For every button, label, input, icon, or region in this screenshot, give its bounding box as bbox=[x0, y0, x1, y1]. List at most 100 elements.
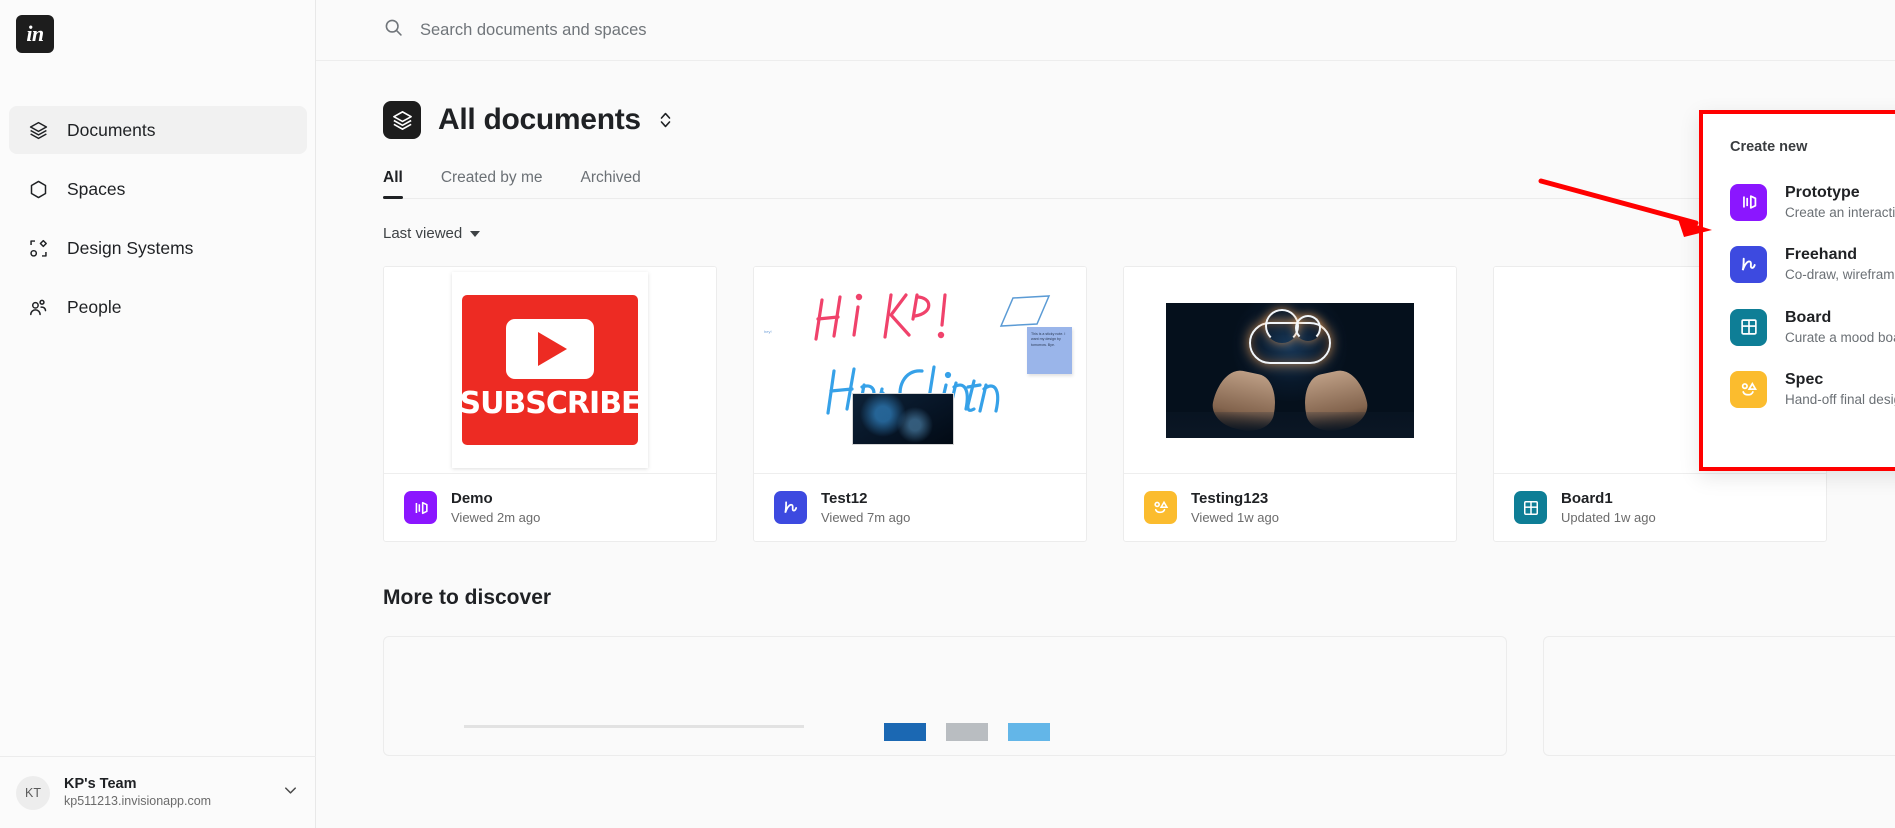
sidebar-item-label: Documents bbox=[67, 119, 156, 140]
create-option-desc: Hand-off final designs for development bbox=[1785, 392, 1895, 408]
document-tabs: All Created by me Archived bbox=[383, 169, 1895, 199]
team-domain: kp511213.invisionapp.com bbox=[64, 794, 212, 809]
chevron-down-icon[interactable] bbox=[281, 781, 300, 805]
tab-created-by-me[interactable]: Created by me bbox=[441, 169, 543, 198]
layers-icon bbox=[383, 101, 421, 139]
sidebar: in Documents Spaces Design Systems Peopl… bbox=[0, 0, 316, 828]
create-new-list: Prototype Create an interactive web or m… bbox=[1703, 171, 1895, 421]
caret-down-icon bbox=[470, 230, 481, 237]
sidebar-nav: Documents Spaces Design Systems People bbox=[9, 106, 307, 342]
logo-text: in bbox=[26, 21, 44, 46]
create-option-name: Spec bbox=[1785, 371, 1824, 389]
document-card[interactable]: hey! This is a sticky note. I want my de… bbox=[753, 266, 1087, 542]
freehand-icon bbox=[1730, 246, 1767, 284]
create-option-text: Freehand Co-draw, wireframe, and present… bbox=[1785, 244, 1895, 284]
document-name: Board1 bbox=[1561, 489, 1613, 507]
document-meta: Viewed 7m ago bbox=[821, 509, 911, 525]
document-card-footer: Test12 Viewed 7m ago bbox=[754, 473, 1086, 541]
team-name: KP's Team bbox=[64, 775, 137, 792]
document-name: Testing123 bbox=[1191, 489, 1269, 507]
sidebar-item-label: Design Systems bbox=[67, 237, 194, 258]
team-avatar: KT bbox=[16, 775, 50, 810]
invision-logo[interactable]: in bbox=[16, 15, 54, 53]
document-card-text: Board1 Updated 1w ago bbox=[1561, 489, 1656, 527]
create-option-text: Prototype Create an interactive web or m… bbox=[1785, 182, 1895, 222]
prototype-icon bbox=[404, 491, 437, 524]
sort-dropdown[interactable]: Last viewed bbox=[383, 225, 1895, 242]
search-bar[interactable] bbox=[383, 17, 940, 43]
sort-label: Last viewed bbox=[383, 225, 463, 242]
freehand-icon bbox=[774, 491, 807, 524]
document-name: Test12 bbox=[821, 489, 868, 507]
document-meta: Updated 1w ago bbox=[1561, 509, 1656, 525]
create-new-title: Create new bbox=[1730, 139, 1808, 155]
create-option-text: Board Curate a mood board, design story,… bbox=[1785, 307, 1895, 347]
top-bar: Upgrade Now KP bbox=[316, 0, 1895, 61]
more-to-discover-heading: More to discover bbox=[383, 586, 552, 609]
tab-all[interactable]: All bbox=[383, 169, 403, 199]
team-info: KP's Team kp511213.invisionapp.com bbox=[64, 775, 281, 811]
document-meta: Viewed 2m ago bbox=[451, 509, 541, 525]
cloud-hands-thumbnail bbox=[1124, 267, 1456, 473]
sticky-note: This is a sticky note. I want my design … bbox=[1027, 327, 1072, 374]
main-area: Upgrade Now KP All documents bbox=[316, 0, 1895, 828]
create-option-desc: Curate a mood board, design story, or co… bbox=[1785, 329, 1895, 345]
documents-grid: SUBSCRIBE Demo Viewed 2m ago hey! This i… bbox=[383, 266, 1895, 542]
layers-icon bbox=[27, 119, 49, 141]
freehand-sketch-thumbnail: hey! This is a sticky note. I want my de… bbox=[754, 267, 1086, 473]
cloud-icon bbox=[1249, 309, 1331, 364]
discover-card[interactable] bbox=[1543, 636, 1895, 756]
play-icon bbox=[506, 319, 594, 379]
page-title: All documents bbox=[438, 103, 641, 136]
create-option-desc: Co-draw, wireframe, and present in real … bbox=[1785, 267, 1895, 283]
document-meta: Viewed 1w ago bbox=[1191, 509, 1279, 525]
document-name: Demo bbox=[451, 489, 493, 507]
page-header: All documents bbox=[383, 101, 1895, 139]
invision-app-window: in Documents Spaces Design Systems Peopl… bbox=[0, 0, 1895, 828]
design-systems-icon bbox=[27, 237, 49, 259]
document-card-footer: Board1 Updated 1w ago bbox=[1494, 473, 1826, 541]
create-new-panel: Create new Prototype Create an interacti… bbox=[1699, 110, 1895, 471]
prototype-icon bbox=[1730, 183, 1767, 221]
document-card[interactable]: Testing123 Viewed 1w ago bbox=[1123, 266, 1457, 542]
cloud-image bbox=[1166, 302, 1414, 438]
document-card-text: Demo Viewed 2m ago bbox=[451, 489, 540, 527]
spec-icon bbox=[1144, 491, 1177, 524]
subscribe-thumbnail: SUBSCRIBE bbox=[384, 267, 716, 473]
sidebar-item-people[interactable]: People bbox=[9, 283, 307, 331]
content-area: All documents All Created by me Archived… bbox=[316, 61, 1895, 828]
document-card-footer: Demo Viewed 2m ago bbox=[384, 473, 716, 541]
discover-row bbox=[383, 636, 1895, 756]
sidebar-item-label: People bbox=[67, 296, 122, 317]
discover-card[interactable] bbox=[383, 636, 1507, 756]
create-option-name: Prototype bbox=[1785, 184, 1860, 201]
team-switcher[interactable]: KT KP's Team kp511213.invisionapp.com bbox=[0, 756, 316, 828]
document-card[interactable]: SUBSCRIBE Demo Viewed 2m ago bbox=[383, 266, 717, 542]
sidebar-item-documents[interactable]: Documents bbox=[9, 106, 307, 154]
sidebar-item-label: Spaces bbox=[67, 178, 126, 199]
people-icon bbox=[27, 296, 49, 318]
document-card-footer: Testing123 Viewed 1w ago bbox=[1124, 473, 1456, 541]
subscribe-text: SUBSCRIBE bbox=[459, 386, 641, 421]
embedded-image bbox=[852, 393, 954, 445]
board-icon bbox=[1514, 491, 1547, 524]
document-card-text: Testing123 Viewed 1w ago bbox=[1191, 489, 1279, 527]
document-card-text: Test12 Viewed 7m ago bbox=[821, 489, 910, 527]
spec-icon bbox=[1730, 371, 1767, 409]
board-icon bbox=[1730, 308, 1767, 346]
create-freehand-option[interactable]: Freehand Co-draw, wireframe, and present… bbox=[1703, 233, 1895, 295]
create-prototype-option[interactable]: Prototype Create an interactive web or m… bbox=[1703, 171, 1895, 233]
search-input[interactable] bbox=[420, 20, 940, 40]
create-board-option[interactable]: Board Curate a mood board, design story,… bbox=[1703, 296, 1895, 358]
create-option-name: Freehand bbox=[1785, 246, 1858, 264]
sidebar-item-design-systems[interactable]: Design Systems bbox=[9, 224, 307, 272]
sidebar-item-spaces[interactable]: Spaces bbox=[9, 165, 307, 213]
create-spec-option[interactable]: Spec Hand-off final designs for developm… bbox=[1703, 358, 1895, 420]
create-option-text: Spec Hand-off final designs for developm… bbox=[1785, 369, 1895, 409]
create-option-name: Board bbox=[1785, 308, 1832, 326]
create-option-desc: Create an interactive web or mobile expe… bbox=[1785, 204, 1895, 220]
chevron-updown-icon[interactable] bbox=[658, 110, 673, 130]
tab-archived[interactable]: Archived bbox=[580, 169, 640, 198]
hexagon-icon bbox=[27, 178, 49, 200]
search-icon bbox=[383, 17, 404, 43]
